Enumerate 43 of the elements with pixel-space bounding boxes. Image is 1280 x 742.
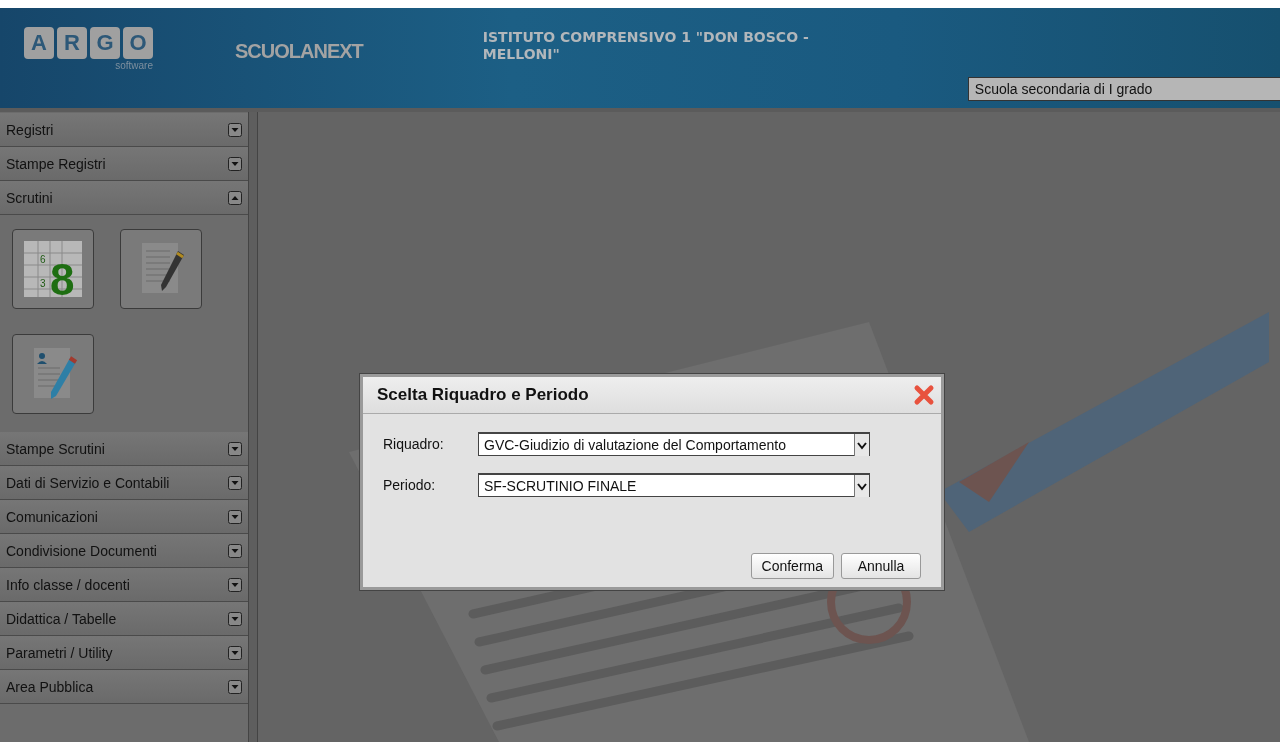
expand-icon[interactable] <box>228 543 242 558</box>
school-name: ISTITUTO COMPRENSIVO 1 "DON BOSCO - MELLONI" <box>482 29 810 63</box>
sidebar-item[interactable]: Registri <box>0 113 248 147</box>
sidebar-item[interactable]: Info classe / docenti <box>0 568 248 602</box>
sidebar-item[interactable]: Comunicazioni <box>0 500 248 534</box>
confirm-button[interactable]: Conferma <box>750 553 834 579</box>
grade-digit: 6 <box>40 254 46 265</box>
sidebar-item[interactable]: Didattica / Tabelle <box>0 602 248 636</box>
dropdown-field[interactable]: SF-SCRUTINIO FINALE <box>478 473 870 497</box>
sidebar-item[interactable]: Parametri / Utility <box>0 636 248 670</box>
expand-icon[interactable] <box>228 509 242 524</box>
sidebar-item[interactable]: Stampe Registri <box>0 147 248 181</box>
product-name: SCUOLANEXT <box>235 39 363 64</box>
logo-letter: G <box>90 27 120 59</box>
grade-digit: 3 <box>40 278 46 289</box>
logo-letter: O <box>123 27 153 59</box>
student-edit-tile[interactable] <box>12 334 94 414</box>
field-label: Riquadro: <box>383 436 445 452</box>
dialog-title: Scelta Riquadro e Periodo <box>377 385 589 405</box>
sidebar-item[interactable]: Stampe Scrutini <box>0 432 248 466</box>
cancel-button[interactable]: Annulla <box>841 553 921 579</box>
sidebar-item[interactable]: Condivisione Documenti <box>0 534 248 568</box>
logo-letter: R <box>57 27 87 59</box>
expand-icon[interactable] <box>228 611 242 626</box>
sidebar-item[interactable]: Area Pubblica <box>0 670 248 704</box>
sidebar-item[interactable]: Dati di Servizio e Contabili <box>0 466 248 500</box>
sidebar-item[interactable]: Scrutini <box>0 181 248 215</box>
dropdown-field[interactable]: GVC-Giudizio di valutazione del Comportamento <box>478 432 870 456</box>
expand-icon[interactable] <box>228 122 242 137</box>
collapse-icon[interactable] <box>228 190 242 205</box>
logo-subtitle: software <box>115 60 153 71</box>
logo-letter: A <box>24 27 54 59</box>
expand-icon[interactable] <box>228 679 242 694</box>
school-level-select[interactable]: Scuola secondaria di I grado <box>967 77 1280 101</box>
close-icon[interactable] <box>913 384 935 406</box>
expand-icon[interactable] <box>228 645 242 660</box>
expand-icon[interactable] <box>228 475 242 490</box>
expand-icon[interactable] <box>228 577 242 592</box>
grade-digit: 8 <box>50 255 75 297</box>
edit-tile[interactable] <box>120 229 202 309</box>
expand-icon[interactable] <box>228 441 242 456</box>
field-label: Periodo: <box>383 477 437 493</box>
expand-icon[interactable] <box>228 156 242 171</box>
